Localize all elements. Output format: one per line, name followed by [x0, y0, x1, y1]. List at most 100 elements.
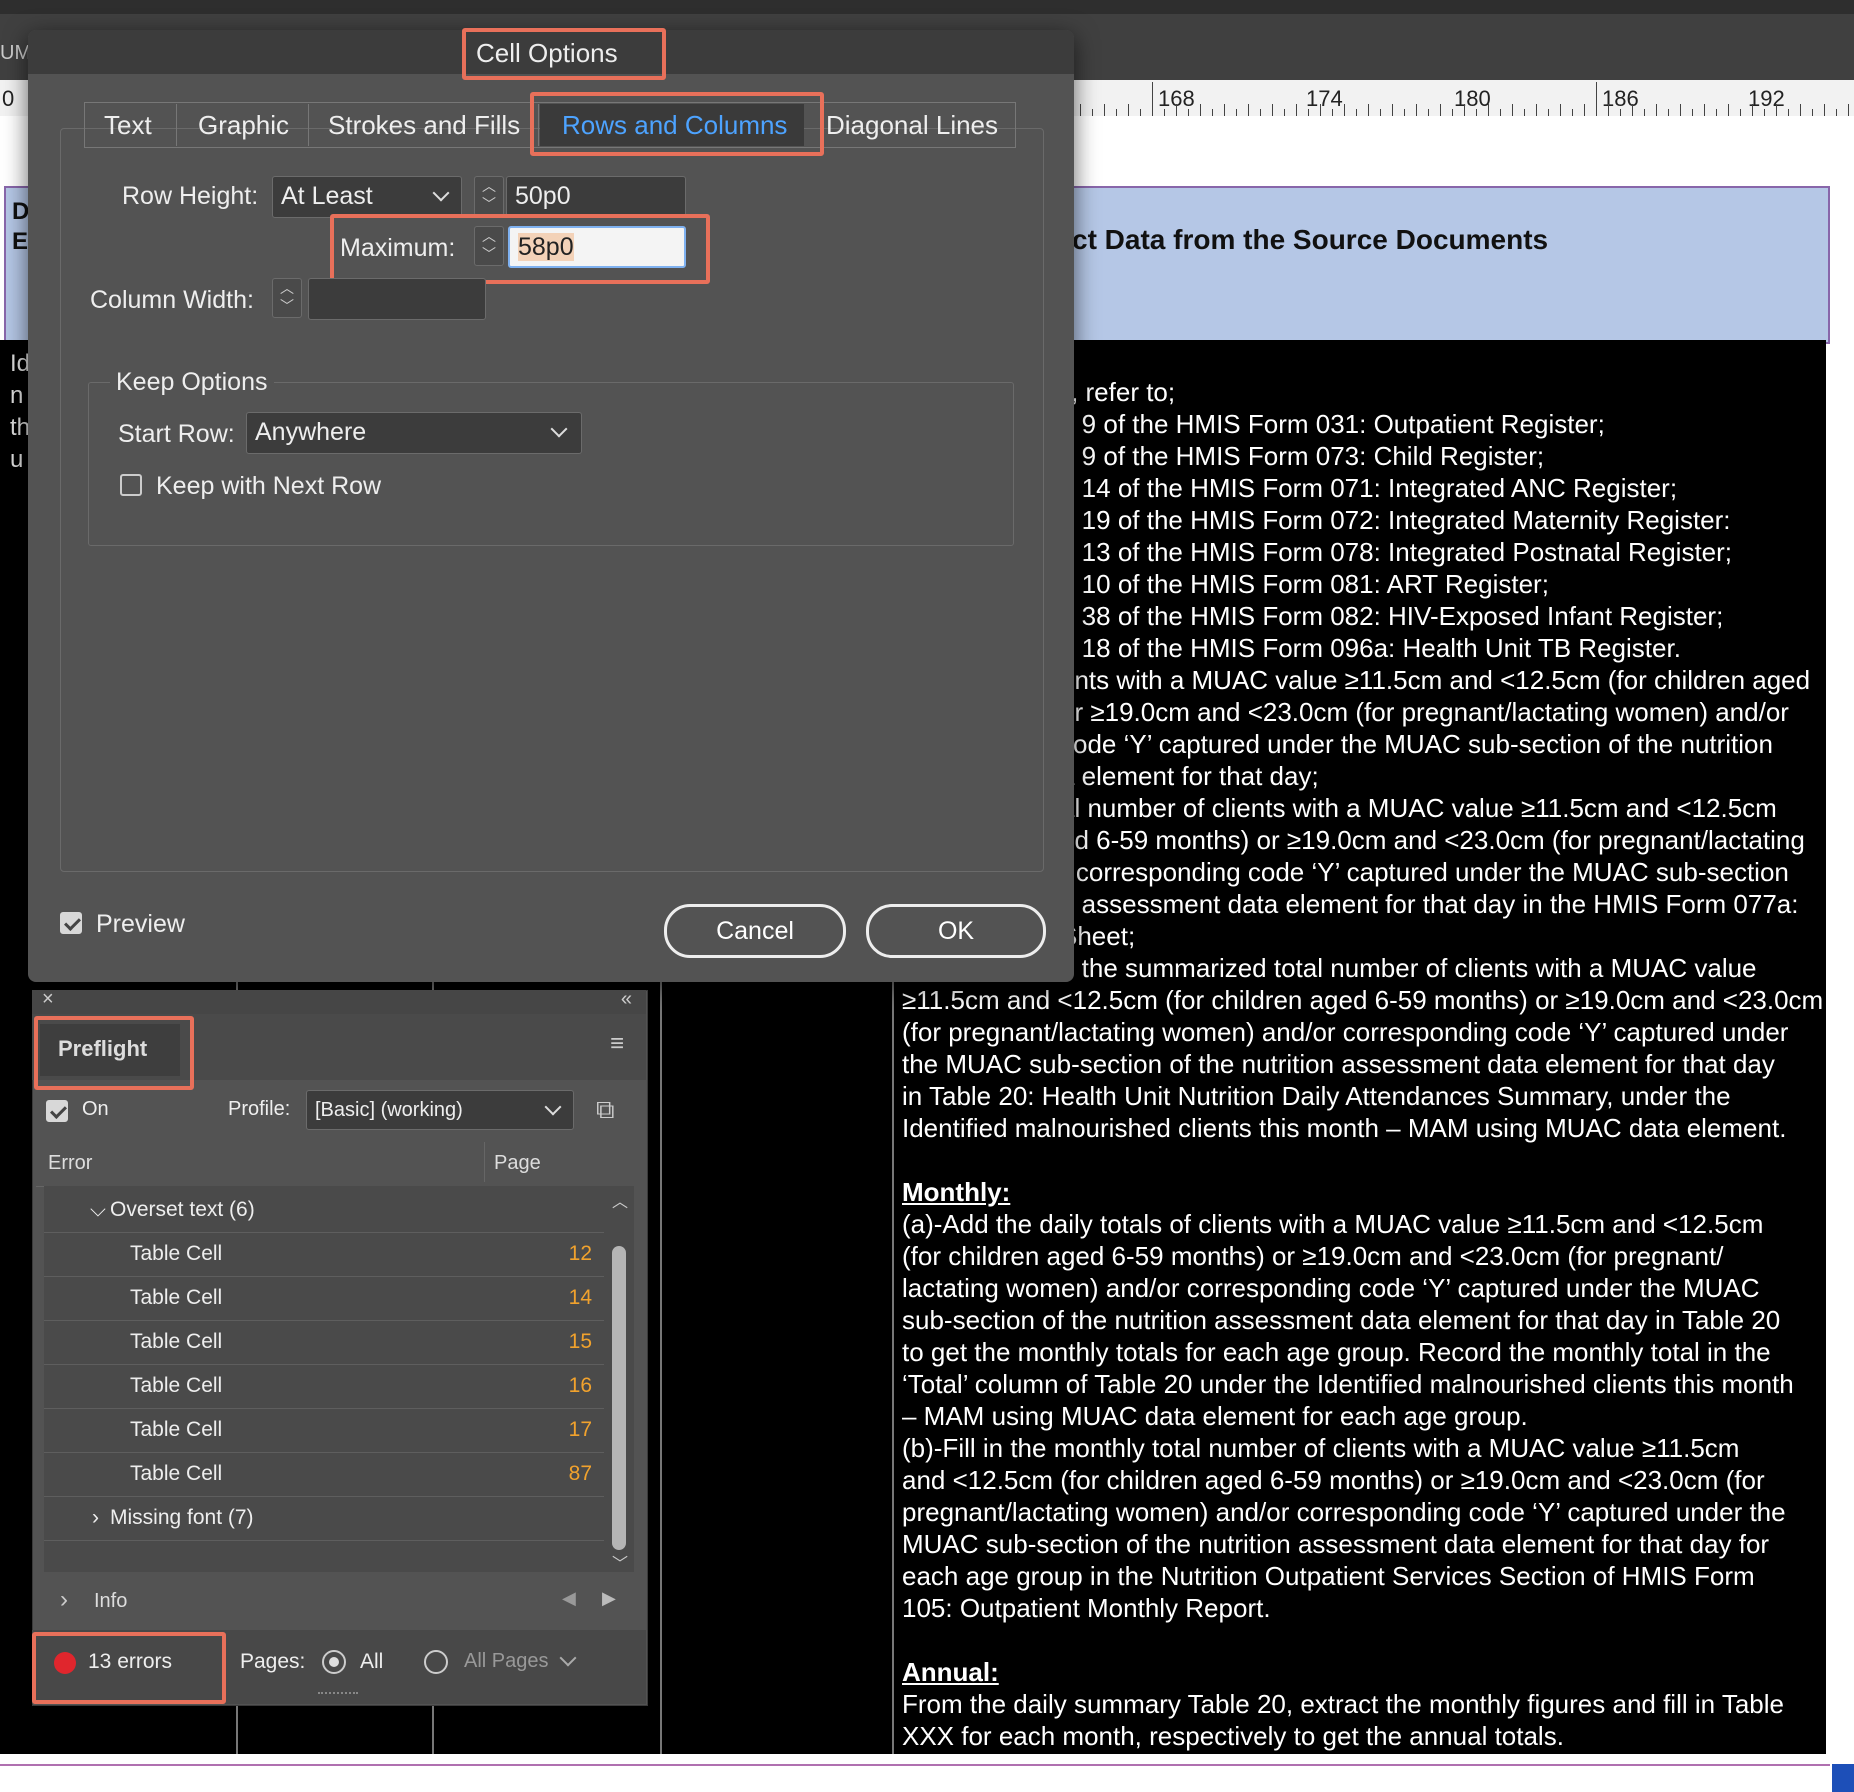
tab-strokes-and-fills[interactable]: Strokes and Fills: [328, 104, 520, 146]
maximum-input[interactable]: 58p0: [508, 226, 686, 268]
column-header-error[interactable]: Error: [48, 1152, 92, 1175]
error-item-page[interactable]: 15: [532, 1320, 592, 1364]
ruler-tick: [1632, 104, 1633, 116]
tab-graphic[interactable]: Graphic: [198, 104, 289, 146]
pages-range-select[interactable]: All Pages: [462, 1642, 592, 1682]
body-text-line: MUAC sub-section of the nutrition assess…: [902, 1529, 1770, 1559]
chevron-down-icon[interactable]: ⌵: [90, 1188, 106, 1232]
preview-checkbox[interactable]: [60, 912, 82, 934]
error-group-missing-font[interactable]: › Missing font (7): [44, 1496, 604, 1541]
error-item-row[interactable]: Table Cell 16: [44, 1364, 604, 1409]
error-item-page[interactable]: 14: [532, 1276, 592, 1320]
pages-all-radio[interactable]: [322, 1650, 346, 1674]
chevron-up-icon: ︿: [482, 228, 496, 244]
ruler-tick: [1716, 109, 1717, 116]
row-height-stepper[interactable]: ︿ ﹀: [474, 176, 504, 216]
ruler-tick: [1548, 109, 1549, 116]
chevron-down-icon: [432, 184, 450, 202]
ruler-tick: [1308, 109, 1309, 116]
row-height-mode-select[interactable]: At Least: [272, 176, 462, 218]
error-item-row[interactable]: Table Cell 17: [44, 1408, 604, 1453]
start-row-select[interactable]: Anywhere: [246, 412, 582, 454]
tab-text[interactable]: Text: [104, 104, 152, 146]
info-label: Info: [94, 1590, 128, 1612]
chevron-up-icon: ︿: [482, 178, 496, 194]
row-height-input[interactable]: 50p0: [506, 176, 686, 218]
pages-range-radio[interactable]: [424, 1650, 448, 1674]
resize-grip-icon[interactable]: [318, 1692, 358, 1702]
scroll-up-icon[interactable]: ︿: [612, 1188, 628, 1212]
tab-diagonal-lines[interactable]: Diagonal Lines: [826, 104, 998, 146]
prev-arrow-icon[interactable]: ◀: [562, 1588, 576, 1609]
maximum-value: 58p0: [518, 233, 574, 261]
preflight-on-label: On: [82, 1098, 109, 1120]
keep-options-group: [88, 382, 1014, 546]
ruler-tick: [1536, 104, 1537, 116]
error-count[interactable]: 13 errors: [88, 1650, 172, 1674]
preflight-on-checkbox[interactable]: [46, 1100, 68, 1122]
error-item-row[interactable]: Table Cell 87: [44, 1452, 604, 1497]
ruler-tick: [1092, 109, 1093, 116]
column-header-page[interactable]: Page: [494, 1152, 541, 1175]
body-text-line: the MUAC sub-section of the nutrition as…: [902, 1049, 1775, 1079]
error-item-page[interactable]: 12: [532, 1232, 592, 1276]
error-item-row[interactable]: Table Cell 14: [44, 1276, 604, 1321]
body-text-line: pregnant/lactating women) and/or corresp…: [902, 1497, 1786, 1527]
chevron-right-icon[interactable]: ›: [60, 1586, 68, 1614]
maximum-stepper[interactable]: ︿ ﹀: [474, 226, 504, 266]
error-item-page[interactable]: 17: [532, 1408, 592, 1452]
ruler-tick: [1464, 104, 1465, 116]
body-text-line: n 38 of the HMIS Form 082: HIV-Exposed I…: [1060, 601, 1724, 631]
scroll-down-icon[interactable]: ﹀: [612, 1550, 628, 1574]
keep-with-next-label: Keep with Next Row: [156, 472, 382, 500]
preflight-list-header: Error Page: [36, 1142, 634, 1187]
ruler-tick: [1644, 109, 1645, 116]
define-profiles-icon[interactable]: ⧉: [596, 1094, 615, 1126]
ruler-tick: [1368, 104, 1369, 116]
ruler-tick: [1680, 104, 1681, 116]
error-item-row[interactable]: Table Cell 15: [44, 1320, 604, 1365]
ruler-tick: [1212, 109, 1213, 116]
error-item-page[interactable]: 87: [532, 1452, 592, 1496]
left-cell-text: Id n th u: [10, 350, 31, 473]
ruler-tick: [1704, 104, 1705, 116]
table-header-cell[interactable]: [1072, 186, 1830, 344]
error-group-overset[interactable]: ⌵ Overset text (6): [44, 1188, 604, 1233]
highlight-box: [530, 92, 824, 156]
ruler-tick: [1140, 109, 1141, 116]
cancel-button[interactable]: Cancel: [664, 904, 846, 958]
column-width-input[interactable]: [308, 278, 486, 320]
ruler-label: 180: [1454, 86, 1491, 111]
collapse-icon[interactable]: «: [621, 988, 632, 1011]
ruler-tick: [1320, 104, 1321, 116]
scrollbar-thumb[interactable]: [612, 1246, 626, 1550]
ruler-tick: [1512, 104, 1513, 116]
error-item-row[interactable]: Table Cell 12: [44, 1232, 604, 1277]
keep-with-next-checkbox[interactable]: [120, 474, 142, 496]
column-width-stepper[interactable]: ︿ ﹀: [272, 278, 302, 318]
close-icon[interactable]: ×: [42, 988, 54, 1011]
body-text-line: (for children aged 6-59 months) or ≥19.0…: [902, 1241, 1724, 1271]
chevron-down-icon: [550, 420, 568, 438]
text-frame-edge: [0, 1764, 1830, 1766]
info-section[interactable]: › Info ◀ ▶: [36, 1580, 634, 1624]
chevron-right-icon[interactable]: ›: [92, 1496, 99, 1540]
error-item-label: Table Cell: [130, 1374, 223, 1397]
next-arrow-icon[interactable]: ▶: [602, 1588, 616, 1609]
body-text-line: n assessment data element for that day i…: [1060, 889, 1799, 919]
body-text-line: ed 6-59 months) or ≥19.0cm and <23.0cm (…: [1060, 825, 1805, 855]
body-text-line: or ≥19.0cm and <23.0cm (for pregnant/lac…: [1060, 697, 1789, 727]
pages-label: Pages:: [240, 1650, 306, 1673]
ruler-tick: [1824, 104, 1825, 116]
body-text-line: n 19 of the HMIS Form 072: Integrated Ma…: [1060, 505, 1731, 535]
header-letter: D: [12, 198, 30, 225]
panel-menu-icon[interactable]: ≡: [610, 1030, 624, 1058]
start-row-value: Anywhere: [255, 418, 367, 446]
ruler-tick: [1380, 109, 1381, 116]
row-height-label: Row Height:: [122, 182, 259, 210]
error-item-page[interactable]: 16: [532, 1364, 592, 1408]
ok-button[interactable]: OK: [866, 904, 1046, 958]
ruler-tick: [1620, 109, 1621, 116]
ruler-tick: [1728, 104, 1729, 116]
profile-select[interactable]: [Basic] (working): [306, 1090, 574, 1130]
